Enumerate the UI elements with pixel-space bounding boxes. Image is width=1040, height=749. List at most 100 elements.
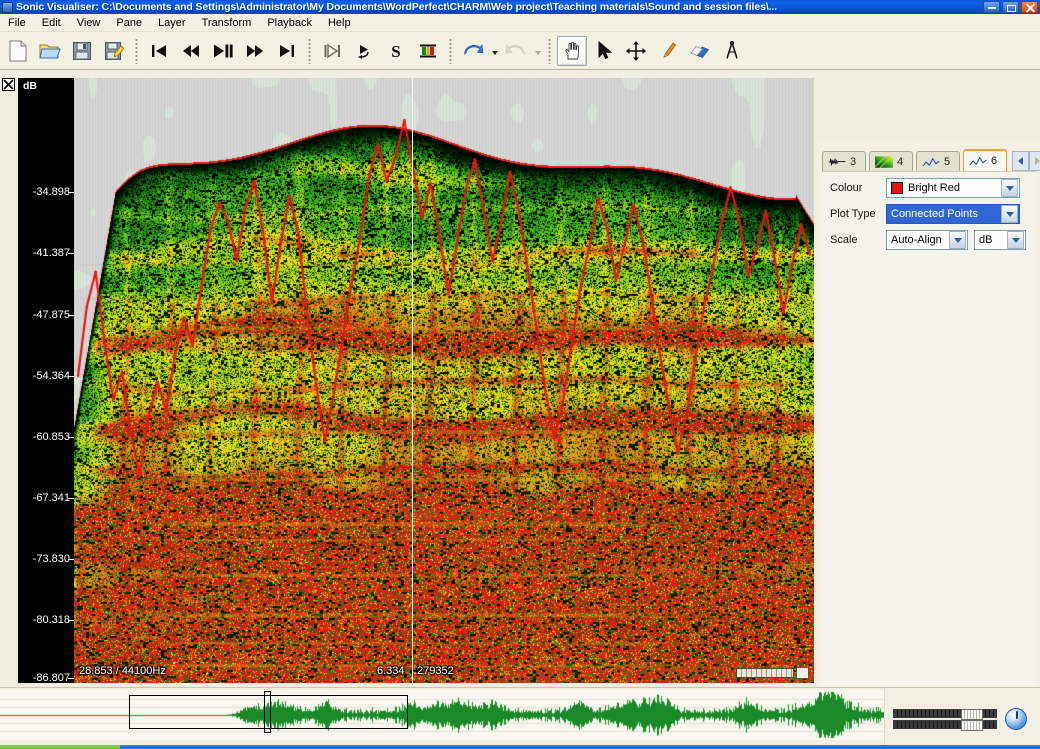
output-level-knob[interactable] — [1005, 708, 1027, 730]
scrollbar-track[interactable] — [736, 668, 794, 678]
play-pause-button[interactable] — [208, 36, 238, 66]
pane-stack: dB -34.898 -41.387 -47.875 -54.364 -60.853 -6… — [0, 70, 1040, 749]
scale-row: Scale Auto-Align dB — [830, 230, 1036, 250]
forward-to-end-button[interactable] — [272, 36, 302, 66]
history-toolbar-group — [457, 34, 543, 68]
undo-button[interactable] — [458, 36, 488, 66]
colour-combo[interactable]: Bright Red — [886, 178, 1020, 198]
open-session-button[interactable] — [35, 36, 65, 66]
play-selection-button[interactable] — [349, 36, 379, 66]
redo-dropdown-arrow-icon[interactable] — [532, 36, 543, 66]
rewind-to-start-button[interactable] — [144, 36, 174, 66]
sample-rate-label: 28.853 / 44100Hz — [79, 665, 166, 677]
plot-type-value: Connected Points — [891, 208, 978, 220]
scale-unit-combo[interactable]: dB — [974, 230, 1026, 250]
scrollbar-end-button[interactable] — [796, 667, 809, 679]
timevalues-icon — [969, 156, 987, 166]
tools-toolbar-group — [556, 34, 748, 68]
gain-slider-thumb[interactable] — [961, 720, 984, 731]
new-session-button[interactable] — [3, 36, 33, 66]
menu-view[interactable]: View — [69, 16, 109, 30]
colour-swatch-icon — [891, 182, 903, 194]
layer-tab-bar: 3 4 5 6 — [822, 149, 1040, 171]
menu-layer[interactable]: Layer — [150, 16, 194, 30]
playhead-time-label: 6.334 — [377, 665, 405, 677]
save-session-as-button[interactable] — [99, 36, 129, 66]
scale-label: Scale — [830, 234, 858, 246]
menu-pane[interactable]: Pane — [108, 16, 150, 30]
layer-tab-6[interactable]: 6 — [963, 149, 1007, 171]
y-axis-tick-label: -41.387 — [32, 246, 70, 259]
scale-combo[interactable]: Auto-Align — [886, 230, 968, 250]
progress-indicator — [0, 745, 120, 749]
app-icon — [2, 1, 13, 13]
y-axis-unit: dB — [23, 80, 37, 92]
loop-playback-button[interactable] — [317, 36, 347, 66]
colour-row: Colour Bright Red — [830, 178, 1036, 198]
window-controls — [983, 1, 1038, 13]
waveform-icon — [828, 158, 846, 165]
toolbar-separator — [449, 37, 452, 64]
layer-tab-3-number: 3 — [850, 155, 857, 168]
align-playback-button[interactable] — [413, 36, 443, 66]
layer-tab-3[interactable]: 3 — [822, 151, 866, 171]
menu-edit[interactable]: Edit — [34, 16, 69, 30]
plot-type-row: Plot Type Connected Points — [830, 204, 1036, 224]
chevron-down-icon[interactable] — [1001, 205, 1018, 223]
playhead-frame-label: 279352 — [417, 665, 454, 677]
y-axis-tick-label: -54.364 — [32, 369, 70, 382]
gain-slider-right[interactable] — [893, 720, 997, 731]
toolbar-separator — [135, 37, 138, 64]
chevron-down-icon[interactable] — [1007, 231, 1024, 249]
tab-scroll-right-icon[interactable] — [1029, 151, 1040, 171]
menu-file[interactable]: File — [0, 16, 34, 30]
chevron-down-icon[interactable] — [1001, 179, 1018, 197]
window-title: Sonic Visualiser: C:\Documents and Setti… — [16, 1, 778, 13]
redo-button[interactable] — [501, 36, 531, 66]
tab-scroll-controls — [1012, 151, 1040, 171]
gain-slider-thumb[interactable] — [961, 709, 984, 720]
title-bar: Sonic Visualiser: C:\Documents and Setti… — [0, 0, 1040, 14]
edit-tool-button[interactable] — [621, 36, 651, 66]
property-panel: 3 4 5 6 Colour Bright Red Plot Type Conn… — [818, 140, 1040, 749]
close-button[interactable] — [1021, 1, 1038, 13]
erase-tool-button[interactable] — [685, 36, 715, 66]
save-session-button[interactable] — [67, 36, 97, 66]
timevalues-icon — [922, 157, 940, 166]
minimize-button[interactable] — [983, 1, 1000, 13]
close-pane-button[interactable] — [2, 78, 15, 91]
y-axis-tick-label: -67.341 — [32, 491, 70, 504]
y-axis-tick-label: -80.318 — [32, 614, 70, 627]
layer-tab-4[interactable]: 4 — [869, 151, 913, 171]
rewind-button[interactable] — [176, 36, 206, 66]
y-axis-tick-label: -34.898 — [32, 185, 70, 198]
measure-tool-button[interactable] — [717, 36, 747, 66]
plot-type-combo[interactable]: Connected Points — [886, 204, 1020, 224]
toolbar-separator — [548, 37, 551, 64]
status-bar — [0, 745, 1040, 749]
navigate-tool-button[interactable] — [557, 35, 587, 66]
chevron-down-icon[interactable] — [949, 231, 966, 249]
menu-transform[interactable]: Transform — [194, 16, 260, 30]
time-values-curve — [74, 78, 814, 683]
overview-playhead[interactable] — [264, 691, 271, 733]
y-axis-tick-label: -47.875 — [32, 308, 70, 321]
layer-tab-5-number: 5 — [944, 155, 951, 168]
undo-dropdown-arrow-icon[interactable] — [489, 36, 500, 66]
select-tool-button[interactable] — [589, 36, 619, 66]
draw-tool-button[interactable] — [653, 36, 683, 66]
tab-scroll-left-icon[interactable] — [1012, 151, 1029, 171]
spectrogram-canvas[interactable]: 28.853 / 44100Hz 6.334 279352 — [74, 78, 814, 683]
playhead-line — [412, 78, 413, 683]
menu-help[interactable]: Help — [320, 16, 359, 30]
play-solo-button[interactable]: S — [381, 36, 411, 66]
menu-bar: File Edit View Pane Layer Transform Play… — [0, 14, 1040, 32]
maximize-button[interactable] — [1002, 1, 1019, 13]
menu-playback[interactable]: Playback — [259, 16, 320, 30]
fast-forward-button[interactable] — [240, 36, 270, 66]
output-controls — [884, 688, 1040, 749]
pane-horizontal-scrollbar[interactable] — [736, 667, 810, 679]
layer-tab-5[interactable]: 5 — [916, 151, 960, 171]
gain-slider-left[interactable] — [893, 709, 997, 720]
gain-slider[interactable] — [893, 709, 997, 731]
